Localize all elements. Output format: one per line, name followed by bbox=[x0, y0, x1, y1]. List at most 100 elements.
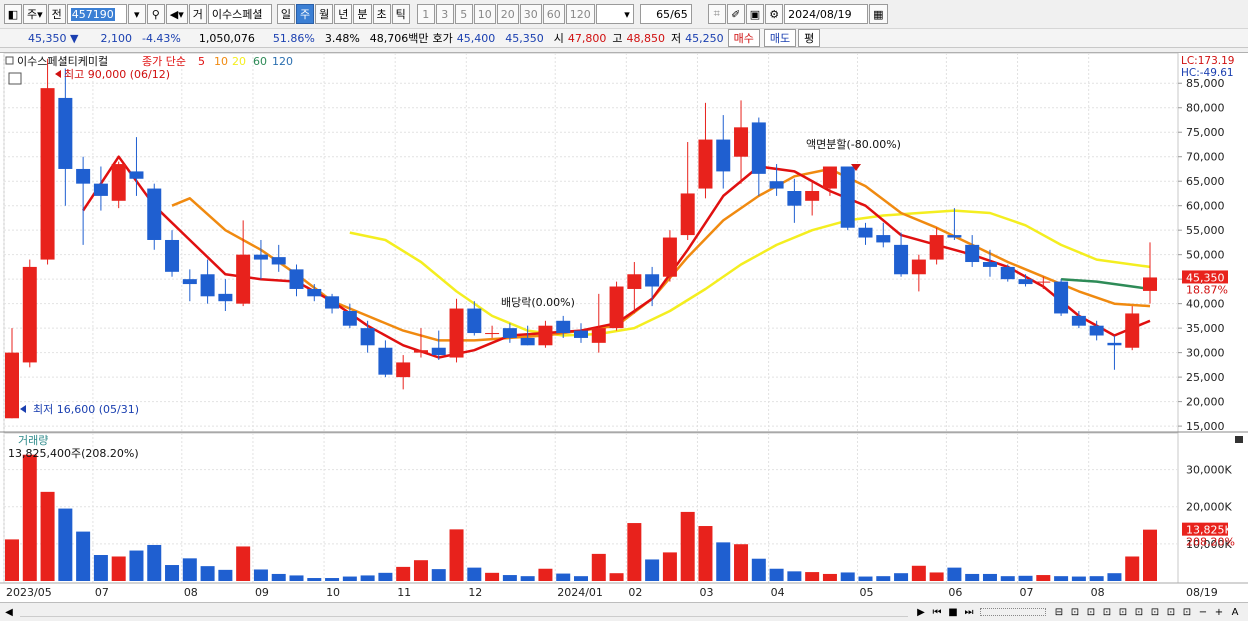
split-annotation: 액면분할(-80.00%) bbox=[806, 138, 901, 151]
volume-bar bbox=[40, 491, 55, 581]
layout7-icon[interactable]: ⊡ bbox=[1164, 605, 1178, 619]
layout4-icon[interactable]: ⊡ bbox=[1116, 605, 1130, 619]
minute-tab-5[interactable]: 5 bbox=[454, 4, 473, 24]
calendar-icon[interactable]: ▦ bbox=[869, 4, 888, 24]
price-tick-label: 50,000 bbox=[1186, 249, 1225, 262]
forward-icon[interactable]: ⏭ bbox=[962, 605, 976, 619]
code-value: 457190 bbox=[70, 7, 115, 21]
minute-tab-3[interactable]: 3 bbox=[435, 4, 454, 24]
hoga-label: 호가 bbox=[432, 32, 453, 45]
volume-bar bbox=[271, 573, 286, 581]
volume-bar bbox=[1143, 529, 1157, 581]
zoom-in-icon[interactable]: + bbox=[1212, 605, 1226, 619]
candle-body bbox=[894, 244, 909, 275]
minute-tab-60[interactable]: 60 bbox=[542, 4, 565, 24]
text-size-icon[interactable]: A bbox=[1228, 605, 1242, 619]
volume-bar bbox=[93, 555, 108, 581]
volume-bar bbox=[307, 578, 322, 581]
zoom-slider[interactable] bbox=[980, 608, 1046, 616]
date-label: 06 bbox=[948, 586, 962, 599]
zoom-out-icon[interactable]: − bbox=[1196, 605, 1210, 619]
volume-bar bbox=[342, 576, 357, 581]
crosshair-icon[interactable]: ⌗ bbox=[707, 4, 726, 24]
open-label: 시 bbox=[553, 32, 564, 45]
layout8-icon[interactable]: ⊡ bbox=[1180, 605, 1194, 619]
change-value: 2,100 bbox=[100, 31, 132, 45]
minute-tab-1[interactable]: 1 bbox=[416, 4, 435, 24]
period-tab-2[interactable]: 월 bbox=[315, 4, 334, 24]
gear-icon[interactable]: ⚙ bbox=[765, 4, 784, 24]
price-volume-chart[interactable]: 85,000 80,000 75,000 70,000 65,000 60,000 55,0… bbox=[0, 53, 1248, 603]
legend-ma-60: 60 bbox=[253, 55, 267, 68]
candle-body bbox=[911, 259, 926, 275]
period-tab-3[interactable]: 년 bbox=[334, 4, 353, 24]
layout5-icon[interactable]: ⊡ bbox=[1132, 605, 1146, 619]
volume-bar bbox=[1089, 576, 1104, 581]
code-dropdown-icon[interactable]: ▾ bbox=[127, 4, 146, 24]
date-right-label: 08/19 bbox=[1186, 586, 1218, 599]
change-pct: -4.43% bbox=[141, 31, 181, 45]
code-input[interactable]: 457190 bbox=[66, 4, 127, 24]
candle-body bbox=[1071, 315, 1086, 326]
date-field[interactable]: 2024/08/19 bbox=[784, 4, 869, 24]
speaker-icon[interactable]: ◀▾ bbox=[165, 4, 188, 24]
candle-body bbox=[413, 350, 428, 353]
layout2-icon[interactable]: ⊡ bbox=[1084, 605, 1098, 619]
volume-bar bbox=[609, 573, 624, 581]
search-icon[interactable]: ⚲ bbox=[146, 4, 165, 24]
period-tab-5[interactable]: 초 bbox=[372, 4, 391, 24]
period-tab-6[interactable]: 틱 bbox=[391, 4, 410, 24]
jeon-button[interactable]: 전 bbox=[47, 4, 66, 24]
bottom-nav: ◀ ▶ ⏮ ■ ⏭ ⊟ ⊡ ⊡ ⊡ ⊡ ⊡ ⊡ ⊡ ⊡ − + A bbox=[0, 602, 1248, 621]
minute-tab-30[interactable]: 30 bbox=[519, 4, 542, 24]
count-field[interactable]: 65/65 bbox=[639, 4, 692, 24]
volume-bar bbox=[467, 567, 482, 581]
scroll-left-icon[interactable]: ◀ bbox=[2, 605, 16, 619]
stop-icon[interactable]: ■ bbox=[946, 605, 960, 619]
minute-tab-20[interactable]: 20 bbox=[496, 4, 519, 24]
unit-dropdown[interactable]: ▾ bbox=[595, 4, 634, 24]
zoom-fit-icon[interactable]: ⊟ bbox=[1052, 605, 1066, 619]
stock-name-field[interactable]: 이수스페셜 bbox=[207, 4, 272, 24]
candle-body bbox=[147, 188, 162, 240]
legend-ma-120: 120 bbox=[272, 55, 293, 68]
candle-body bbox=[449, 308, 464, 358]
date-label: 10 bbox=[326, 586, 340, 599]
volume-bar bbox=[165, 565, 180, 581]
period-dropdown[interactable]: 주 ▾ bbox=[23, 4, 47, 24]
candle-body bbox=[556, 320, 571, 334]
candle-body bbox=[93, 183, 108, 196]
geo-button[interactable]: 거 bbox=[188, 4, 207, 24]
chart-area[interactable]: 85,000 80,000 75,000 70,000 65,000 60,000 55,0… bbox=[0, 52, 1248, 602]
period-tab-1[interactable]: 주 bbox=[296, 4, 315, 24]
candle-body bbox=[965, 244, 980, 263]
sell-button[interactable]: 매도 bbox=[763, 29, 797, 47]
candle-body bbox=[289, 269, 304, 289]
period-tab-4[interactable]: 분 bbox=[353, 4, 372, 24]
scrollbar-track[interactable] bbox=[20, 607, 908, 617]
period-tab-0[interactable]: 일 bbox=[276, 4, 296, 24]
layout6-icon[interactable]: ⊡ bbox=[1148, 605, 1162, 619]
play-icon[interactable]: ▶ bbox=[914, 605, 928, 619]
save-icon[interactable]: ▣ bbox=[745, 4, 765, 24]
candle-body bbox=[822, 166, 837, 189]
candle-body bbox=[378, 347, 393, 375]
layout1-icon[interactable]: ⊡ bbox=[1068, 605, 1082, 619]
candle bbox=[609, 281, 624, 331]
minute-tab-10[interactable]: 10 bbox=[473, 4, 496, 24]
volume-bar bbox=[662, 552, 677, 581]
amount: 48,706백만 bbox=[369, 32, 429, 45]
candle-body bbox=[876, 235, 891, 243]
price-tick-label: 20,000 bbox=[1186, 396, 1225, 409]
candle-body bbox=[431, 347, 446, 356]
eval-button[interactable]: 평 bbox=[798, 29, 821, 47]
draw-icon[interactable]: ✐ bbox=[726, 4, 745, 24]
minute-tab-120[interactable]: 120 bbox=[565, 4, 595, 24]
table-icon bbox=[8, 72, 22, 85]
rewind-icon[interactable]: ⏮ bbox=[930, 605, 944, 619]
candle-body bbox=[645, 274, 660, 287]
layout3-icon[interactable]: ⊡ bbox=[1100, 605, 1114, 619]
window-icon[interactable]: ◧ bbox=[4, 4, 22, 24]
buy-button[interactable]: 매수 bbox=[727, 29, 760, 47]
candle-body bbox=[360, 328, 375, 346]
